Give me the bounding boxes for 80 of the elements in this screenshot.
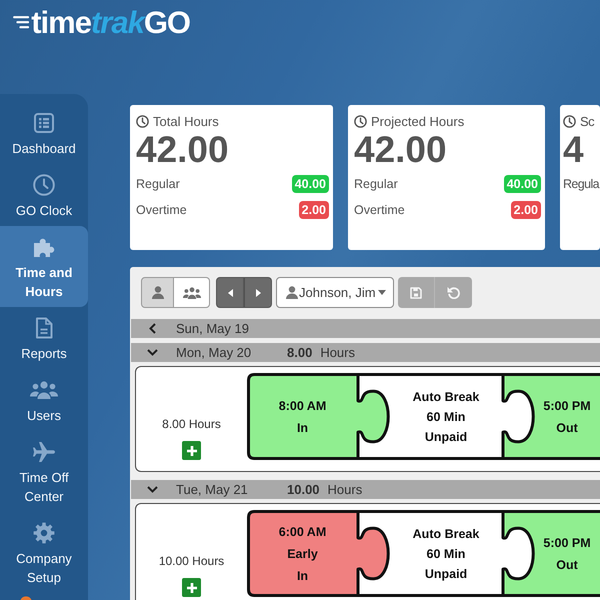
card-value: 4 — [563, 129, 585, 171]
day-hours: 8.00 — [287, 345, 312, 360]
nav-item[interactable]: Dashboard — [0, 102, 88, 164]
hours-badge: 40.00 — [504, 175, 541, 193]
add-punch-button[interactable] — [182, 578, 201, 597]
day-date: Mon, May 20 — [176, 345, 252, 360]
users-icon — [30, 380, 58, 400]
nav-item[interactable]: Company Setup — [0, 512, 88, 593]
day-header[interactable]: Mon, May 20 8.00 Hours — [131, 343, 600, 362]
clock-icon — [33, 174, 55, 196]
puzzle-piece-icon — [33, 236, 55, 258]
next-button[interactable] — [244, 277, 272, 308]
nav-item[interactable]: GO Clock — [0, 164, 88, 226]
document-icon — [35, 317, 53, 339]
punch-time: 5:00 PM — [543, 534, 591, 552]
break-text: 60 Min — [426, 546, 466, 562]
card-value: 42.00 — [136, 129, 230, 171]
plus-icon — [186, 582, 196, 592]
break-text: Auto Break — [412, 526, 480, 542]
nav-item[interactable]: Time and Hours — [0, 226, 88, 307]
punch-status: Out — [556, 420, 578, 436]
hours-label: Regular — [136, 177, 180, 191]
person-icon — [286, 286, 298, 299]
airplane-icon — [32, 441, 56, 463]
gear-icon — [33, 522, 55, 544]
break-text: Unpaid — [424, 428, 468, 446]
add-punch-button[interactable] — [182, 441, 201, 460]
punch-status: Early — [287, 546, 318, 563]
punch-time: 5:00 PM — [543, 398, 591, 414]
hours-badge: 40.00 — [292, 175, 329, 193]
clock-icon — [354, 114, 367, 128]
save-icon — [410, 286, 422, 298]
punch-piece[interactable] — [247, 373, 390, 460]
break-text: 60 Min — [426, 408, 466, 426]
day-total-hours: 8.00 Hours — [162, 417, 221, 431]
punch-status: In — [296, 568, 308, 584]
hours-label: Overtime — [354, 203, 405, 217]
break-text: Auto Break — [412, 388, 480, 406]
punch-piece[interactable] — [247, 510, 390, 597]
hours-label: Regula — [563, 177, 600, 191]
caret-down-icon — [378, 290, 386, 295]
nav-item[interactable]: Time Off Center — [0, 431, 88, 512]
clock-icon — [563, 114, 576, 128]
caret-right-icon — [256, 288, 260, 296]
nav-item[interactable]: Reports — [0, 307, 88, 369]
speed-lines-icon — [13, 16, 30, 29]
card-title: Total Hours — [153, 114, 219, 128]
punch-status: In — [296, 420, 308, 436]
dashboard-icon — [34, 113, 54, 133]
hours-unit: Hours — [328, 482, 362, 497]
hours-unit: Hours — [320, 345, 355, 360]
undo-icon — [447, 286, 460, 299]
employee-dropdown[interactable]: Johnson, Jim — [276, 277, 394, 308]
break-text: Unpaid — [424, 566, 468, 583]
card-title: Projected Hours — [371, 114, 464, 128]
hours-badge: 2.00 — [510, 201, 541, 219]
app-logo: timetrakGO — [31, 7, 190, 38]
plus-icon — [186, 446, 196, 456]
day-total-hours: 10.00 Hours — [158, 554, 224, 568]
day-date: Sun, May 19 — [176, 321, 250, 336]
punch-time: 6:00 AM — [278, 524, 326, 540]
view-toggle-button[interactable] — [174, 277, 210, 308]
card-value: 42.00 — [354, 129, 448, 171]
hours-label: Overtime — [136, 203, 187, 217]
group-icon — [182, 286, 200, 298]
previous-button[interactable] — [216, 277, 244, 308]
day-header[interactable]: Sun, May 19 — [131, 319, 600, 338]
day-header[interactable]: Tue, May 21 10.00 Hours — [131, 480, 600, 499]
person-icon — [152, 286, 164, 299]
day-hours: 10.00 — [287, 482, 320, 497]
clock-icon — [136, 114, 149, 128]
hours-label: Regular — [354, 177, 398, 191]
caret-left-icon — [228, 288, 232, 296]
day-date: Tue, May 21 — [176, 482, 249, 497]
nav-item[interactable]: Users — [0, 369, 88, 431]
hours-badge: 2.00 — [298, 201, 329, 219]
punch-status: Out — [556, 556, 578, 574]
punch-time: 8:00 AM — [278, 398, 326, 414]
view-toggle-button[interactable] — [141, 277, 174, 308]
card-title: Sc — [580, 114, 594, 128]
